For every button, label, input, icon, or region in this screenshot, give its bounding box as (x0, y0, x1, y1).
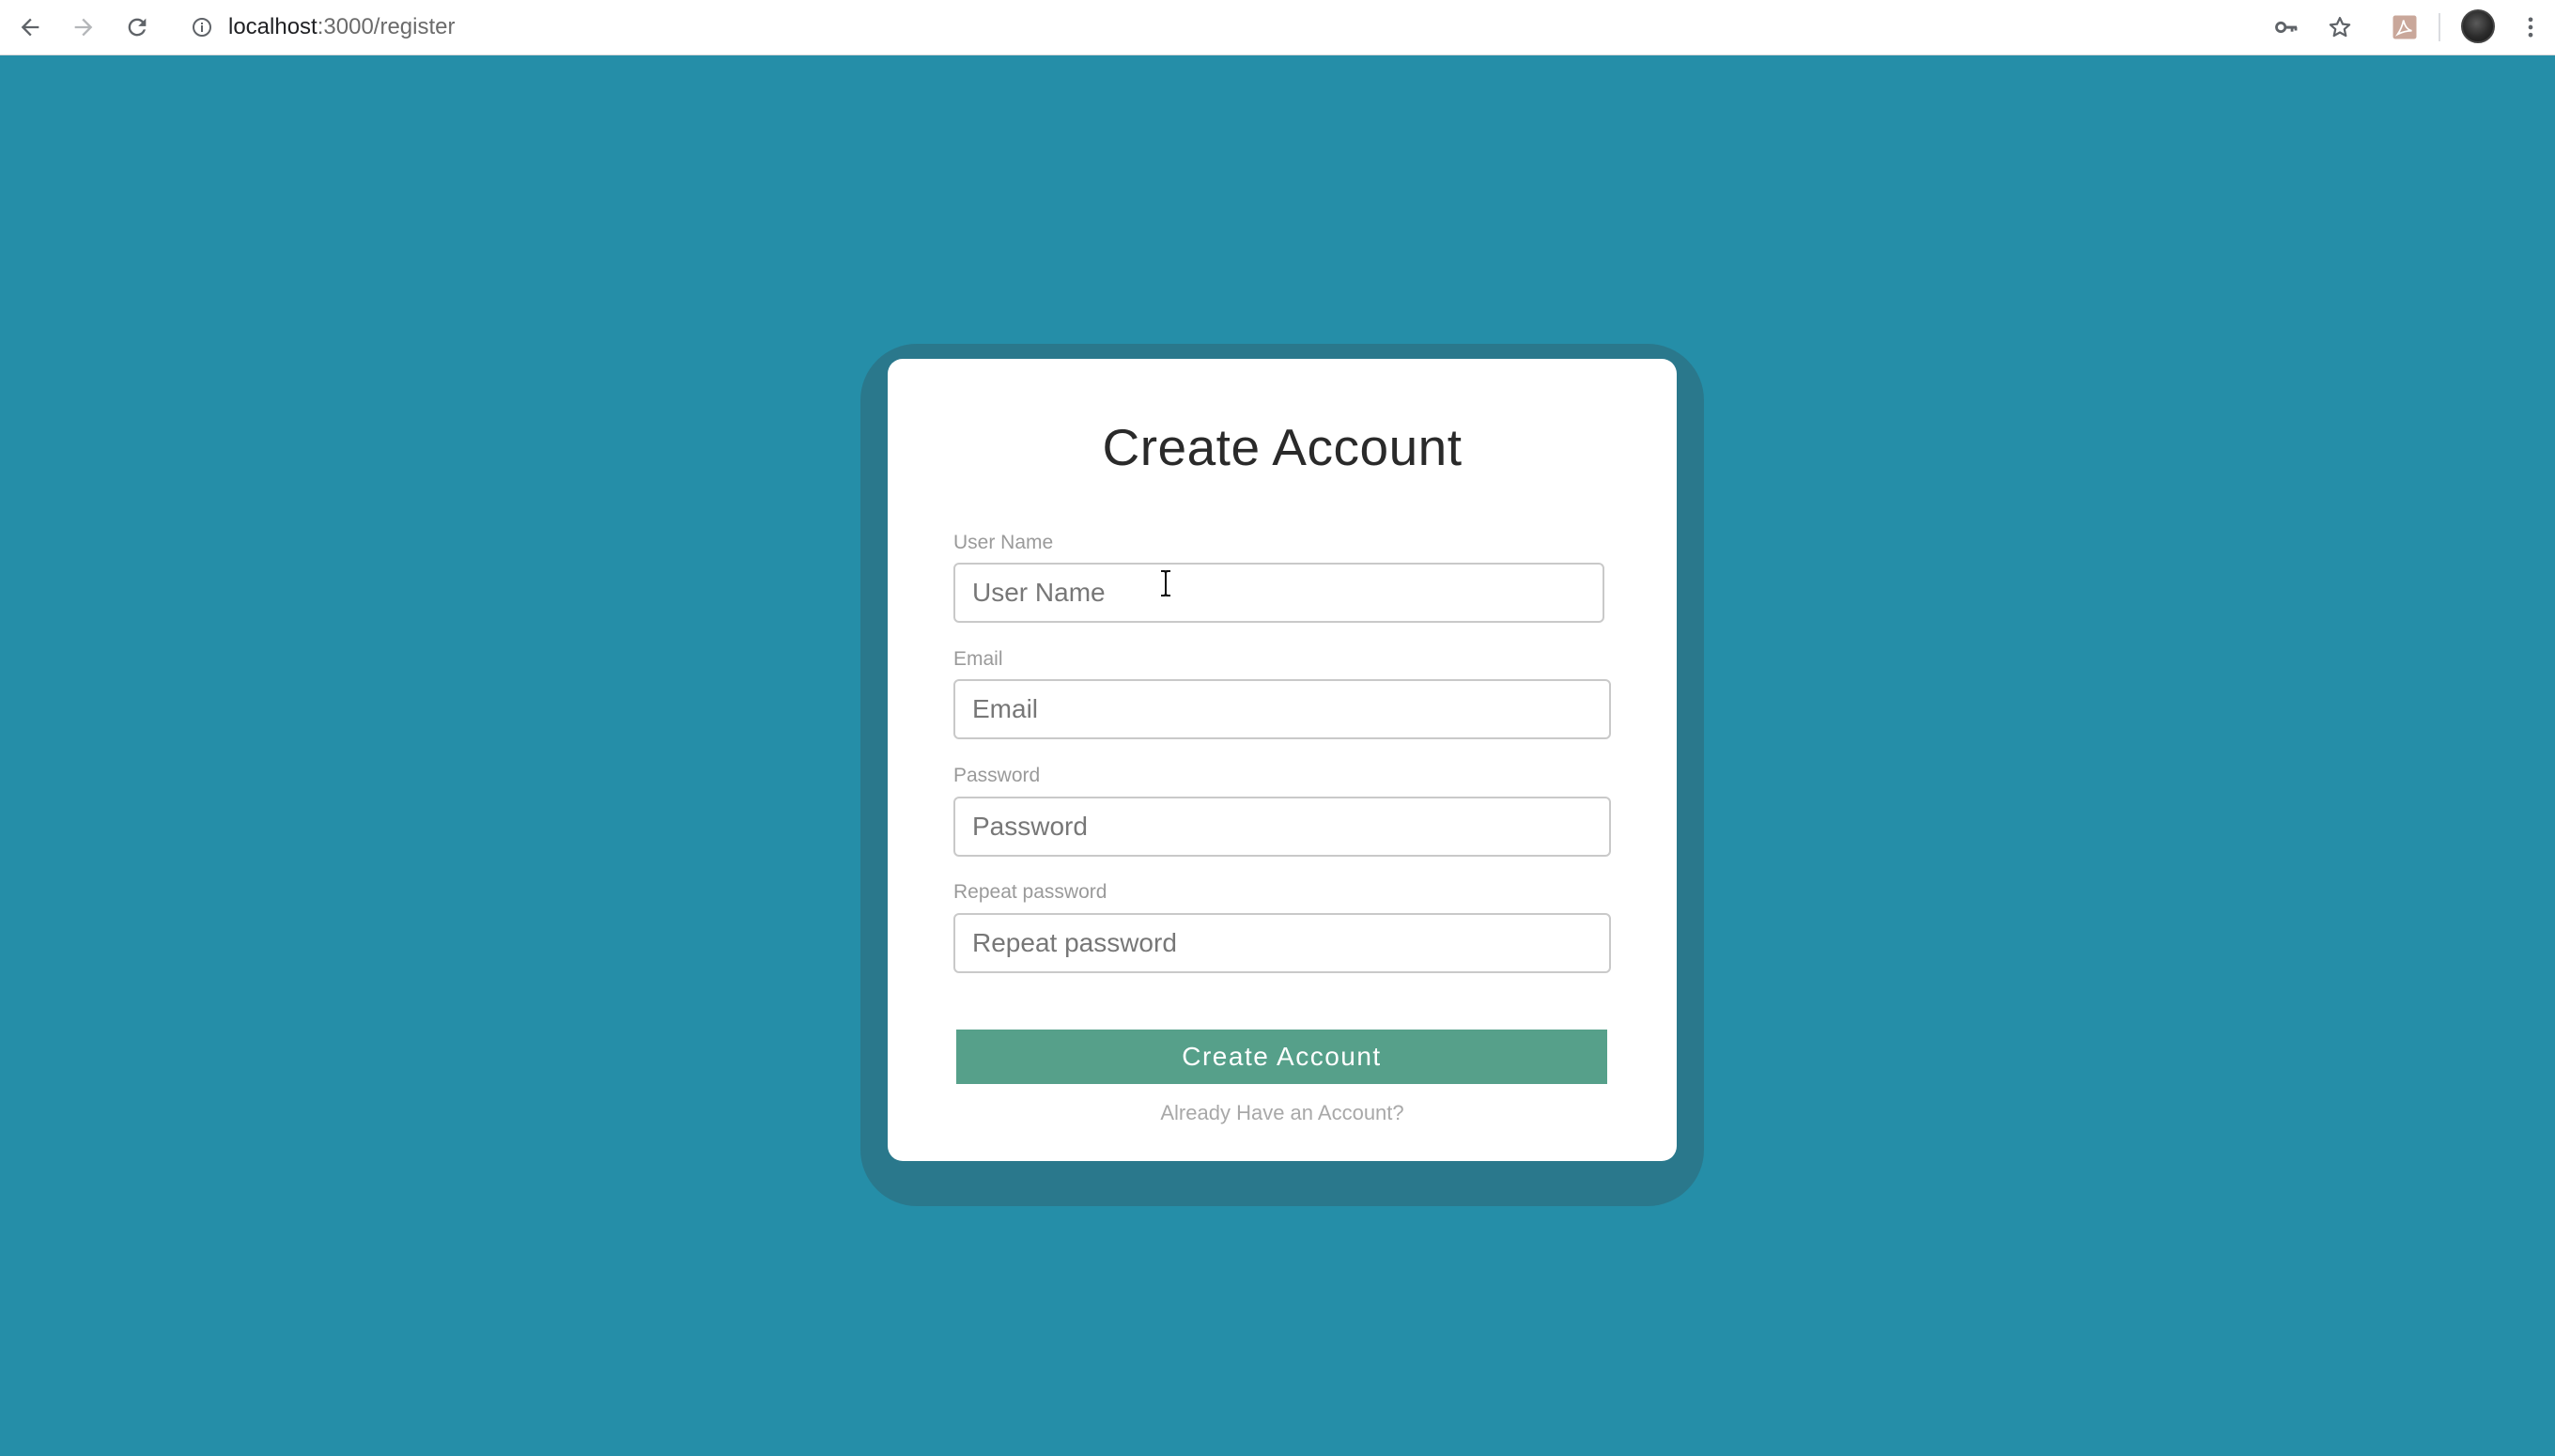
repeat-password-input[interactable] (953, 913, 1611, 973)
url-path: :3000/register (317, 14, 456, 39)
key-icon[interactable] (2268, 8, 2305, 46)
email-label: Email (953, 648, 1003, 670)
url-host: localhost (228, 14, 317, 39)
reload-icon[interactable] (118, 8, 156, 46)
already-have-account-link[interactable]: Already Have an Account? (888, 1101, 1677, 1125)
pdf-extension-icon[interactable] (2386, 8, 2423, 46)
email-input[interactable] (953, 679, 1611, 739)
toolbar-divider (2439, 13, 2440, 41)
username-label: User Name (953, 532, 1054, 553)
username-input[interactable] (953, 563, 1604, 623)
back-arrow-icon[interactable] (11, 8, 49, 46)
address-bar-url[interactable]: localhost:3000/register (228, 11, 456, 43)
star-icon[interactable] (2321, 8, 2359, 46)
browser-toolbar: localhost:3000/register (0, 0, 2555, 55)
avatar[interactable] (2461, 9, 2495, 43)
register-card: Create Account User Name Email Password … (888, 359, 1677, 1161)
page-title: Create Account (1102, 418, 1463, 476)
forward-arrow-icon[interactable] (65, 8, 102, 46)
password-input[interactable] (953, 797, 1611, 857)
info-icon[interactable] (186, 11, 218, 43)
more-vert-icon[interactable] (2512, 8, 2549, 46)
create-account-button[interactable]: Create Account (956, 1030, 1607, 1084)
text-cursor-icon (1161, 570, 1170, 596)
repeat-password-label: Repeat password (953, 881, 1107, 903)
password-label: Password (953, 765, 1041, 786)
